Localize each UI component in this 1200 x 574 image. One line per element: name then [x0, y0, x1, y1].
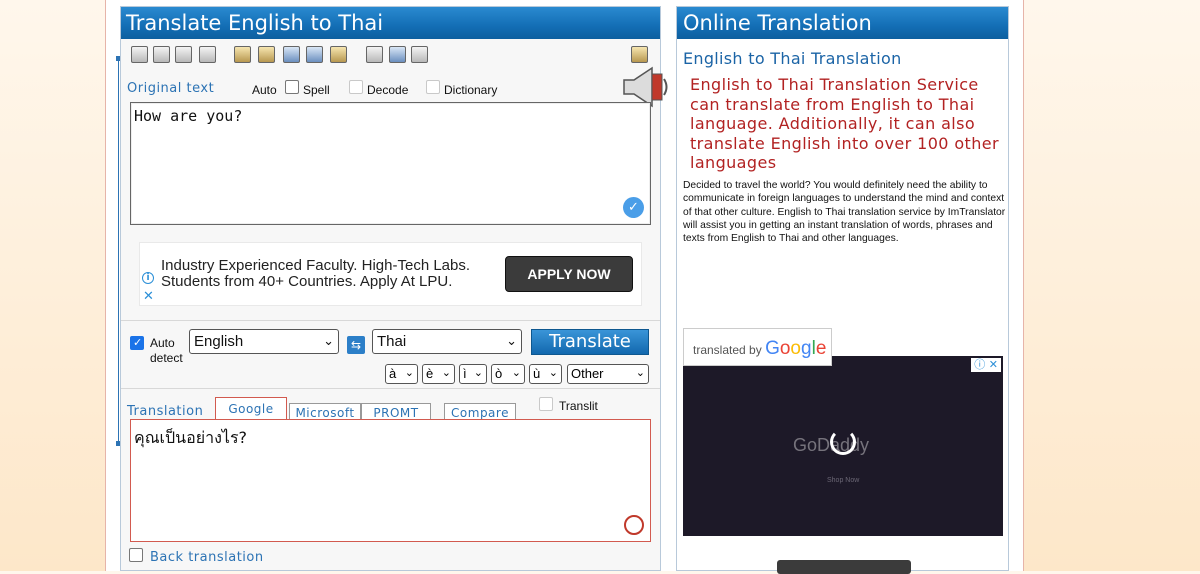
chevron-down-icon: ⌄: [548, 367, 558, 379]
dictionary-checkbox[interactable]: [426, 80, 440, 94]
translation-label: Translation: [127, 404, 204, 419]
help-icon[interactable]: [411, 46, 428, 63]
original-text-label: Original text: [127, 81, 215, 96]
info-panel: Online Translation English to Thai Trans…: [676, 6, 1009, 574]
translit-checkbox[interactable]: [539, 397, 553, 411]
source-language-select[interactable]: English ⌄: [189, 329, 339, 354]
ad-footer-bar: [777, 560, 911, 574]
page-container: Translate English to Thai Original text …: [105, 0, 1024, 574]
video-ad[interactable]: GoDaddy Shop Now ⓘ ✕: [683, 356, 1003, 536]
source-text-area[interactable]: How are you? ✓: [130, 102, 651, 225]
chevron-down-icon: ⌄: [404, 367, 414, 379]
ad-line-1: Industry Experienced Faculty. High-Tech …: [161, 257, 471, 274]
source-text: How are you?: [134, 107, 243, 125]
trash-icon[interactable]: [199, 46, 216, 63]
chevron-down-icon: ⌄: [511, 367, 521, 379]
divider: [121, 388, 660, 389]
toolbar: [121, 43, 660, 71]
decode-checkbox[interactable]: [349, 80, 363, 94]
check-icon[interactable]: ✓: [623, 197, 644, 218]
auto-detect-checkbox[interactable]: [130, 336, 144, 350]
accent-select-e-value: è: [426, 366, 434, 381]
auto-detect-label: Auto detect: [150, 336, 183, 366]
ad-shop-now: Shop Now: [827, 477, 860, 484]
cut-icon[interactable]: [175, 46, 192, 63]
other-select[interactable]: Other ⌄: [567, 364, 649, 384]
accent-select-o-value: ò: [495, 366, 503, 381]
accent-select-u-value: ù: [533, 366, 541, 381]
resize-guide: [118, 58, 119, 443]
auto-detect-label-line2: detect: [150, 351, 183, 365]
virtual-keyboard-icon[interactable]: [283, 46, 300, 63]
chevron-down-icon: ⌄: [635, 367, 645, 379]
source-language-value: English: [194, 333, 244, 350]
tab-google[interactable]: Google: [215, 397, 287, 419]
translated-by-label: translated by: [693, 343, 762, 357]
email-icon[interactable]: [389, 46, 406, 63]
google-logo: Google: [765, 338, 827, 359]
ad-controls[interactable]: ⓘ ✕: [971, 358, 1001, 372]
reload-icon[interactable]: [830, 429, 856, 455]
accent-select-e[interactable]: è ⌄: [422, 364, 455, 384]
translated-by-google-badge: translated by Google: [683, 328, 832, 366]
spell-label: Spell: [303, 83, 330, 97]
divider: [121, 320, 660, 321]
settings-gear-icon[interactable]: [306, 46, 323, 63]
translit-label: Translit: [559, 399, 598, 413]
print-icon[interactable]: [366, 46, 383, 63]
accent-select-u[interactable]: ù ⌄: [529, 364, 562, 384]
accent-select-o[interactable]: ò ⌄: [491, 364, 525, 384]
new-document-icon[interactable]: [131, 46, 148, 63]
ad-close-icon[interactable]: ✕: [143, 289, 154, 304]
dictionary-label: Dictionary: [444, 83, 498, 97]
target-language-select[interactable]: Thai ⌄: [372, 329, 522, 354]
auto-label: Auto: [252, 83, 277, 97]
spellcheck-icon[interactable]: [258, 46, 275, 63]
translator-title: Translate English to Thai: [121, 7, 660, 39]
history-icon[interactable]: [330, 46, 347, 63]
target-language-value: Thai: [377, 333, 407, 350]
translated-text: คุณเป็นอย่างไร?: [134, 428, 248, 447]
chevron-down-icon: ⌄: [323, 333, 334, 348]
translation-output-area[interactable]: คุณเป็นอย่างไร?: [130, 419, 651, 542]
accent-select-a-value: à: [389, 366, 397, 381]
decode-label: Decode: [367, 83, 409, 97]
ad-banner[interactable]: Industry Experienced Faculty. High-Tech …: [139, 242, 642, 306]
external-window-icon[interactable]: [631, 46, 648, 63]
globe-error-icon[interactable]: [624, 515, 644, 535]
other-select-value: Other: [571, 366, 604, 381]
info-body: Decided to travel the world? You would d…: [683, 180, 1006, 245]
apply-now-button[interactable]: APPLY NOW: [505, 256, 633, 292]
info-subtitle: English to Thai Translation: [683, 49, 902, 68]
spell-checkbox[interactable]: [285, 80, 299, 94]
info-title: Online Translation: [677, 7, 1008, 39]
copy-icon[interactable]: [153, 46, 170, 63]
back-translation-label: Back translation: [150, 550, 264, 565]
auto-detect-label-line1: Auto: [150, 336, 175, 350]
chevron-down-icon: ⌄: [506, 333, 517, 348]
accent-select-i[interactable]: ì ⌄: [459, 364, 487, 384]
chevron-down-icon: ⌄: [441, 367, 451, 379]
swap-languages-icon[interactable]: ⇆: [347, 336, 365, 354]
ad-line-2: Students from 40+ Countries. Apply At LP…: [161, 273, 453, 290]
info-highlight: English to Thai Translation Service can …: [690, 75, 999, 172]
chevron-down-icon: ⌄: [473, 367, 483, 379]
ad-info-icon[interactable]: i: [142, 272, 154, 284]
accent-select-i-value: ì: [463, 366, 467, 381]
translate-button[interactable]: Translate: [531, 329, 649, 355]
accent-select-a[interactable]: à ⌄: [385, 364, 418, 384]
back-translation-checkbox[interactable]: [129, 548, 143, 562]
translator-panel: Translate English to Thai Original text …: [120, 6, 668, 571]
dictionary-book-icon[interactable]: [234, 46, 251, 63]
